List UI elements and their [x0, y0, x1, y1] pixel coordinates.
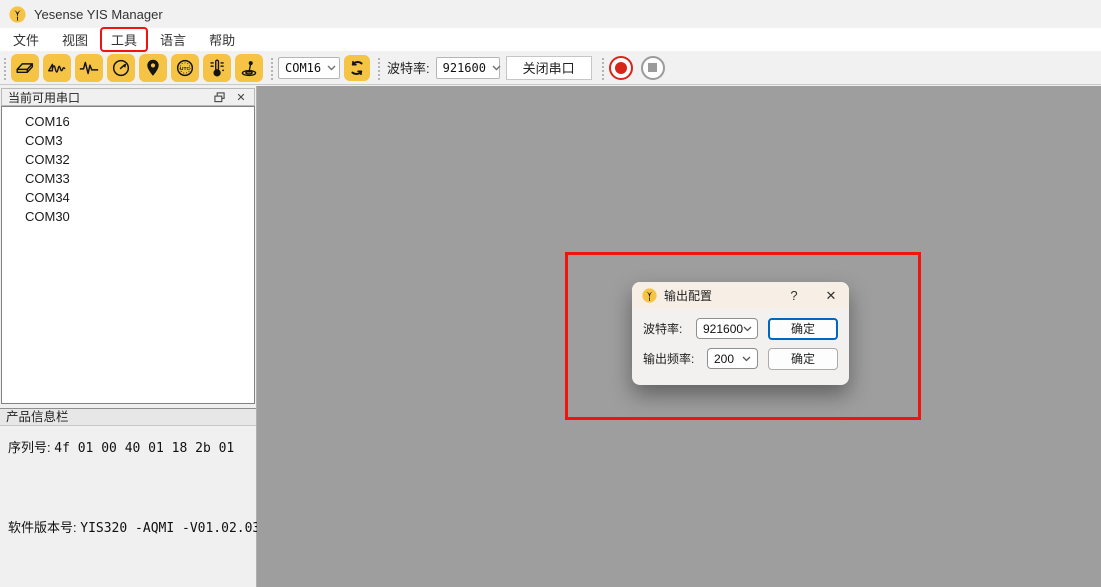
port-list-item[interactable]: COM3: [2, 131, 254, 150]
pulse-wave-icon: [78, 57, 100, 79]
dialog-title: 输出配置: [664, 287, 779, 304]
chevron-down-icon: [743, 326, 752, 332]
toolbar-grip[interactable]: [2, 56, 7, 80]
menu-language[interactable]: 语言: [149, 29, 197, 50]
location-pin-icon: [142, 57, 164, 79]
stop-button[interactable]: [641, 56, 665, 80]
dialog-help-button[interactable]: ?: [786, 288, 802, 303]
location-button[interactable]: [139, 54, 167, 82]
svg-text:UTC: UTC: [180, 65, 191, 71]
serial-number-row: 序列号: 4f 01 00 40 01 18 2b 01: [8, 437, 234, 456]
close-panel-button[interactable]: ✕: [234, 90, 248, 104]
software-version-label: 软件版本号:: [8, 520, 77, 535]
port-combo[interactable]: COM16: [278, 57, 340, 79]
refresh-ports-button[interactable]: [344, 55, 370, 81]
float-icon: [214, 92, 225, 103]
left-dock-panel: 当前可用串口 ✕ COM16 COM3 COM32 COM33 COM34 CO…: [0, 86, 257, 587]
toolbar-grip[interactable]: [376, 56, 381, 80]
dialog-baud-combo[interactable]: 921600: [696, 318, 758, 339]
toolbar: UTC COM16 波特率:: [0, 51, 1101, 85]
output-rate-row: 输出频率: 200 确定: [643, 348, 838, 369]
baud-combo-value: 921600: [443, 61, 486, 75]
angle-wave-button[interactable]: [43, 54, 71, 82]
workspace: 输出配置 ? ✕ 波特率: 921600 确定 输出频率:: [257, 86, 1101, 587]
port-list-item[interactable]: COM32: [2, 150, 254, 169]
dialog-close-button[interactable]: ✕: [823, 288, 839, 304]
cube-icon: [14, 57, 36, 79]
close-serial-port-button[interactable]: 关闭串口: [506, 56, 592, 80]
stop-square-icon: [648, 63, 657, 72]
menu-file[interactable]: 文件: [2, 29, 50, 50]
output-config-dialog: 输出配置 ? ✕ 波特率: 921600 确定 输出频率:: [632, 282, 849, 385]
utc-clock-icon: UTC: [174, 57, 196, 79]
baud-rate-label: 波特率:: [387, 58, 430, 77]
serial-number-label: 序列号:: [8, 440, 51, 455]
utc-clock-button[interactable]: UTC: [171, 54, 199, 82]
temperature-button[interactable]: [203, 54, 231, 82]
thermometer-icon: [206, 57, 228, 79]
baud-rate-row: 波特率: 921600 确定: [643, 318, 838, 339]
toolbar-grip[interactable]: [269, 56, 274, 80]
menu-tools[interactable]: 工具: [100, 27, 148, 52]
baud-combo[interactable]: 921600: [436, 57, 500, 79]
angle-wave-icon: [46, 57, 68, 79]
dialog-baud-value: 921600: [703, 322, 743, 336]
record-button[interactable]: [609, 56, 633, 80]
dialog-baud-label: 波特率:: [643, 320, 682, 337]
record-dot-icon: [615, 62, 627, 74]
port-combo-value: COM16: [285, 61, 321, 75]
port-list-item[interactable]: COM16: [2, 112, 254, 131]
port-list: COM16 COM3 COM32 COM33 COM34 COM30: [1, 106, 255, 404]
app-logo-icon: [9, 6, 26, 23]
3d-model-button[interactable]: [11, 54, 39, 82]
port-list-item[interactable]: COM33: [2, 169, 254, 188]
gauge-button[interactable]: [107, 54, 135, 82]
dialog-title-bar: 输出配置 ? ✕: [632, 282, 849, 309]
ports-panel-title: 当前可用串口: [8, 89, 204, 106]
menu-view[interactable]: 视图: [51, 29, 99, 50]
attitude-button[interactable]: [235, 54, 263, 82]
chevron-down-icon: [492, 65, 501, 71]
app-window: Yesense YIS Manager 文件 视图 工具 语言 帮助: [0, 0, 1101, 587]
menu-help[interactable]: 帮助: [198, 29, 246, 50]
refresh-icon: [347, 58, 367, 78]
dialog-rate-combo[interactable]: 200: [707, 348, 758, 369]
port-list-item[interactable]: COM30: [2, 207, 254, 226]
software-version-row: 软件版本号: YIS320 -AQMI -V01.02.03;: [8, 517, 268, 536]
toolbar-grip[interactable]: [600, 56, 605, 80]
attitude-stick-icon: [238, 57, 260, 79]
menu-bar: 文件 视图 工具 语言 帮助: [0, 28, 1101, 51]
gauge-icon: [110, 57, 132, 79]
window-title: Yesense YIS Manager: [34, 7, 163, 22]
software-version-value: YIS320 -AQMI -V01.02.03;: [80, 521, 268, 536]
title-bar: Yesense YIS Manager: [0, 0, 1101, 28]
dialog-rate-value: 200: [714, 352, 734, 366]
dialog-baud-ok-button[interactable]: 确定: [768, 318, 838, 340]
chevron-down-icon: [327, 65, 336, 71]
dialog-rate-ok-button[interactable]: 确定: [768, 348, 838, 370]
serial-number-value: 4f 01 00 40 01 18 2b 01: [54, 441, 234, 456]
dialog-logo-icon: [642, 288, 657, 303]
port-list-item[interactable]: COM34: [2, 188, 254, 207]
float-panel-button[interactable]: [212, 90, 226, 104]
chevron-down-icon: [742, 356, 751, 362]
raw-wave-button[interactable]: [75, 54, 103, 82]
dialog-rate-label: 输出频率:: [643, 350, 694, 367]
ports-panel-header: 当前可用串口 ✕: [1, 88, 255, 106]
info-panel-header: 产品信息栏: [0, 408, 256, 426]
